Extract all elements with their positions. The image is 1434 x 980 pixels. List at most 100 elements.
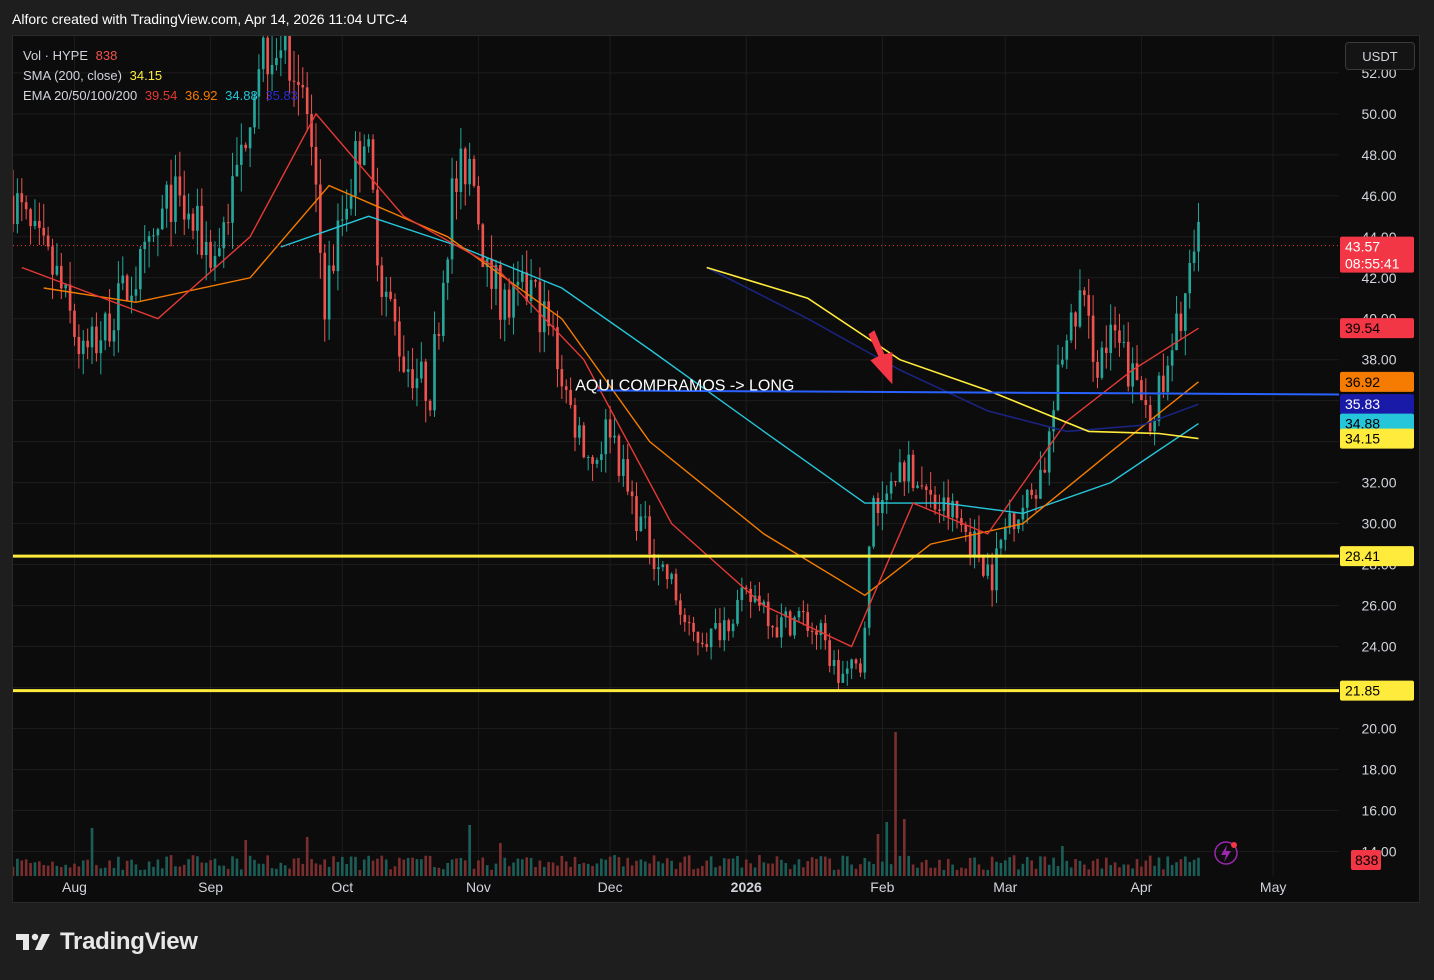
candle-body (648, 516, 651, 555)
volume-bar (68, 867, 72, 876)
volume-bar (125, 860, 129, 876)
volume-bar (714, 867, 717, 876)
volume-bar (806, 861, 810, 876)
candle-body (424, 361, 428, 401)
candle-body (406, 369, 410, 372)
volume-bar (121, 869, 125, 876)
candle-body (248, 127, 252, 149)
price-label: 21.85 (1345, 683, 1380, 699)
volume-bar (718, 865, 722, 876)
candle-body (59, 265, 63, 289)
volume-bar (793, 864, 796, 876)
candle-body (955, 500, 959, 519)
legend-sma[interactable]: SMA (200, close) 34.15 (23, 66, 302, 86)
candle-body (1030, 489, 1033, 496)
candle-body (437, 334, 441, 336)
price-chart[interactable]: 52.0050.0048.0046.0044.0042.0040.0038.00… (13, 36, 1421, 904)
y-tick-label: 32.00 (1361, 475, 1396, 491)
annotation-text: AQUI COMPRAMOS -> LONG (575, 377, 794, 394)
candle-body (77, 336, 81, 355)
volume-bar (499, 843, 502, 876)
candle-body (885, 493, 889, 501)
volume-bar (775, 856, 779, 876)
volume-bar (1030, 860, 1033, 876)
candle-body (81, 340, 85, 355)
y-tick-label: 30.00 (1361, 516, 1396, 532)
volume-bar (305, 837, 309, 876)
candle-body (867, 546, 871, 628)
volume-bar (130, 859, 133, 876)
volume-bar (635, 860, 638, 876)
candle-body (64, 284, 68, 289)
volume-bar (832, 869, 836, 876)
candle-body (152, 235, 155, 237)
grid (13, 36, 1339, 876)
candle-body (802, 610, 805, 613)
legend-ema[interactable]: EMA 20/50/100/200 39.54 36.92 34.88 35.8… (23, 86, 302, 106)
volume-bar (749, 863, 752, 876)
volume-bar (117, 856, 120, 876)
candle-body (117, 283, 120, 331)
volume-bar (191, 855, 195, 876)
volume-bar (863, 857, 867, 876)
candle-body (450, 178, 454, 260)
volume-bar (810, 857, 814, 876)
volume-bar (578, 864, 581, 876)
volume-bar (736, 856, 739, 876)
candle-body (305, 87, 309, 115)
candle-body (99, 340, 103, 354)
candle-body (626, 459, 630, 492)
volume-bar (942, 869, 946, 876)
volume-bar (938, 859, 941, 876)
chart-panel[interactable]: 52.0050.0048.0046.0044.0042.0040.0038.00… (12, 35, 1420, 903)
volume-bar (59, 867, 63, 876)
x-tick-label: Oct (331, 879, 353, 895)
volume-bar (64, 864, 68, 876)
legend-volume[interactable]: Vol · HYPE 838 (23, 46, 302, 66)
legend-ema200-value: 35.83 (265, 88, 298, 103)
candle-body (1126, 341, 1130, 387)
volume-bar (1012, 855, 1016, 876)
volume-bar (731, 858, 735, 876)
volume-bar (1184, 856, 1187, 876)
volume-bar (784, 863, 788, 876)
volume-bar (187, 859, 190, 876)
candle-body (591, 457, 594, 464)
volume-bar (73, 863, 76, 876)
candle-body (490, 258, 493, 289)
volume-bar (169, 855, 173, 876)
chart-legend: Vol · HYPE 838 SMA (200, close) 34.15 EM… (23, 46, 302, 106)
volume-bar (657, 861, 660, 876)
candle-body (951, 500, 954, 518)
currency-button[interactable]: USDT (1345, 42, 1415, 70)
volume-bar (1003, 860, 1007, 876)
volume-bar (1153, 865, 1156, 876)
candle-body (160, 208, 164, 230)
candle-body (916, 485, 919, 489)
volume-bar (960, 867, 963, 876)
x-tick-label: 2026 (731, 879, 762, 895)
candle-body (349, 195, 353, 209)
candle-body (73, 310, 76, 337)
volume-bar (463, 860, 467, 876)
volume-bar (42, 864, 46, 876)
candle-body (327, 265, 331, 320)
volume-bar (929, 867, 932, 876)
candle-body (775, 627, 779, 638)
volume-bar (898, 855, 902, 876)
candle-body (661, 564, 665, 568)
price-label: 28.41 (1345, 548, 1380, 564)
volume-bar (1118, 867, 1121, 876)
x-tick-label: Feb (870, 879, 894, 895)
legend-volume-value: 838 (95, 48, 118, 63)
volume-bar (261, 863, 265, 876)
volume-bar (1109, 865, 1112, 876)
candle-body (42, 227, 46, 236)
volume-bar (90, 828, 94, 876)
volume-bar (95, 865, 98, 876)
volume-bar (766, 863, 770, 876)
volume-bar (213, 858, 217, 876)
y-tick-label: 16.00 (1361, 802, 1396, 818)
candle-body (854, 659, 858, 664)
candle-body (402, 356, 406, 372)
